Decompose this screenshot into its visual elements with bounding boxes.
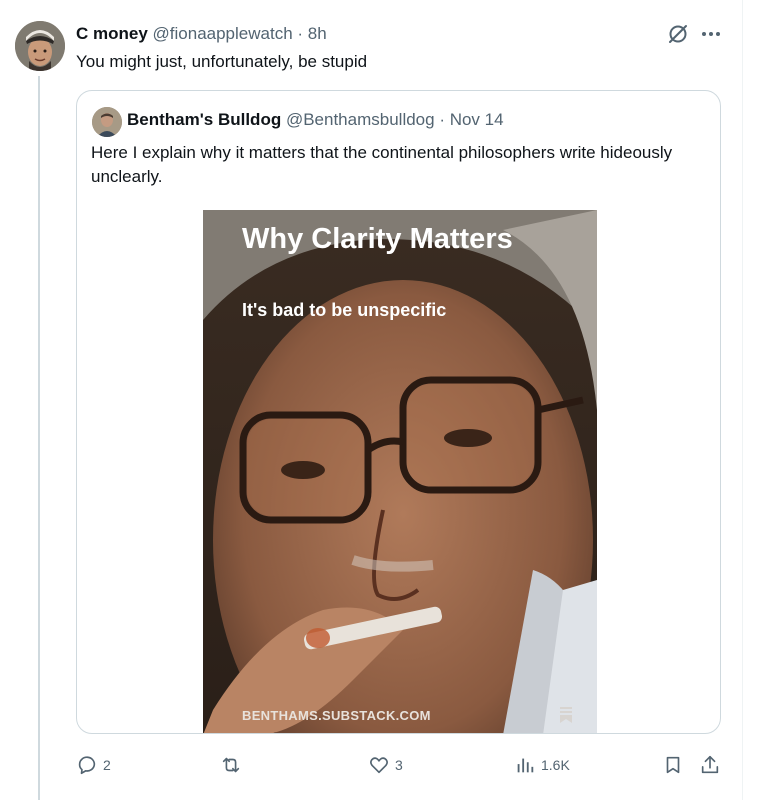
quote-tweet[interactable]: Bentham's Bulldog @Benthamsbulldog · Nov… <box>76 90 721 734</box>
grok-icon[interactable] <box>666 22 690 46</box>
tweet-header: C money @fionaapplewatch · 8h <box>76 23 327 45</box>
avatar[interactable] <box>15 21 65 71</box>
share-icon <box>701 755 719 774</box>
media-bookmark-icon <box>559 706 573 724</box>
more-icon[interactable] <box>698 22 724 46</box>
like-button[interactable]: 3 <box>368 750 403 780</box>
share-button[interactable] <box>699 750 721 780</box>
reply-count: 2 <box>103 757 111 773</box>
portrait-illustration <box>203 210 597 733</box>
display-name[interactable]: C money <box>76 24 148 43</box>
quote-display-name[interactable]: Bentham's Bulldog <box>127 110 281 129</box>
views-button[interactable]: 1.6K <box>514 750 570 780</box>
repost-icon <box>222 757 240 773</box>
views-icon <box>517 758 534 773</box>
views-count: 1.6K <box>541 757 570 773</box>
quote-avatar[interactable] <box>92 107 122 137</box>
action-bar: 2 3 1.6K <box>76 750 726 780</box>
reply-icon <box>78 756 96 775</box>
media-title: Why Clarity Matters <box>242 223 513 255</box>
media-subtitle: It's bad to be unspecific <box>242 300 447 320</box>
quote-separator: · <box>434 110 450 129</box>
quote-handle[interactable]: @Benthamsbulldog <box>286 110 435 129</box>
quote-header: Bentham's Bulldog @Benthamsbulldog · Nov… <box>127 109 504 131</box>
reply-button[interactable]: 2 <box>76 750 111 780</box>
like-count: 3 <box>395 757 403 773</box>
heart-icon <box>370 757 388 774</box>
media-footer: BENTHAMS.SUBSTACK.COM <box>242 708 431 723</box>
quote-timestamp[interactable]: Nov 14 <box>450 110 504 129</box>
timestamp[interactable]: 8h <box>308 24 327 43</box>
bookmark-icon <box>666 756 680 774</box>
tweet-text: You might just, unfortunately, be stupid <box>76 52 368 71</box>
quote-media-image[interactable]: Why Clarity Matters It's bad to be unspe… <box>203 210 597 733</box>
repost-button[interactable] <box>220 750 247 780</box>
thread-line <box>38 76 40 800</box>
handle[interactable]: @fionaapplewatch <box>153 24 293 43</box>
column-border <box>742 0 743 800</box>
quote-text: Here I explain why it matters that the c… <box>91 143 673 186</box>
separator: · <box>292 24 308 43</box>
bookmark-button[interactable] <box>662 750 684 780</box>
